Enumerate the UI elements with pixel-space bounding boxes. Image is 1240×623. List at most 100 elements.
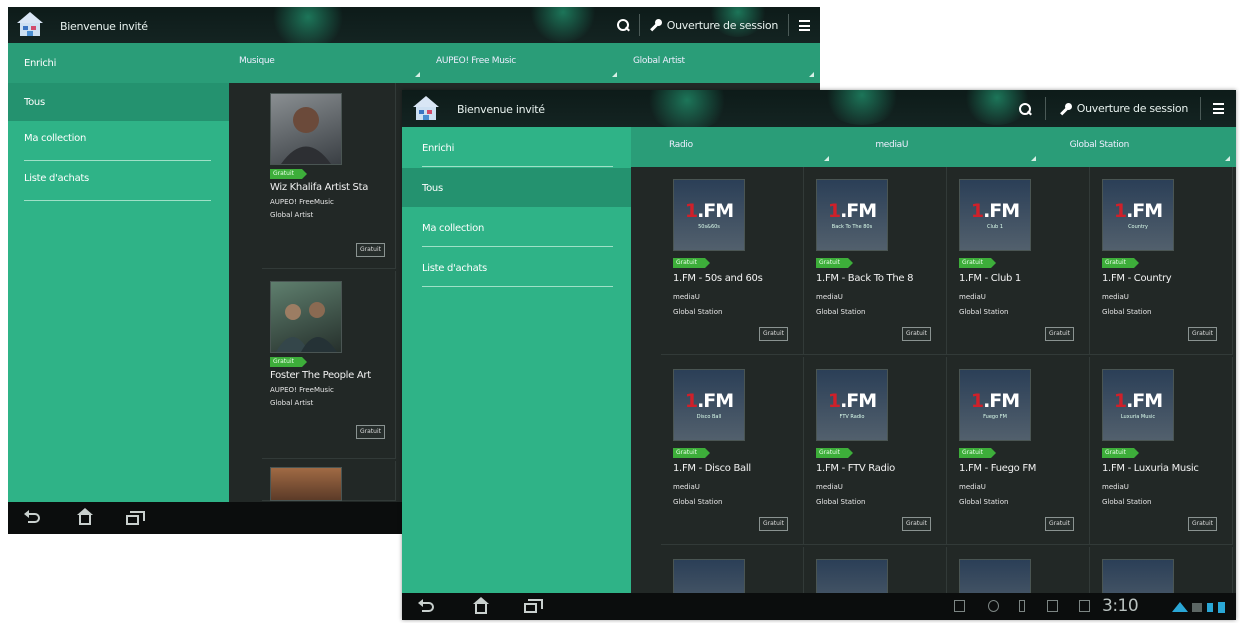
back-nav-icon[interactable] bbox=[24, 510, 40, 523]
station-card[interactable]: 1.FM Country Gratuit 1.FM - Country mediaU Gl… bbox=[1090, 167, 1233, 355]
station-logo-text: 1.FM bbox=[970, 199, 1020, 222]
artist-thumbnail bbox=[270, 93, 342, 165]
front-tablet-screen: Bienvenue invité Ouverture de session En… bbox=[402, 90, 1236, 620]
artist-card[interactable]: Gratuit Wiz Khalifa Artist Sta AUPEO! Fr… bbox=[262, 83, 396, 269]
sidebar-heading[interactable]: Enrichi bbox=[8, 43, 229, 83]
login-button[interactable]: Ouverture de session bbox=[1060, 102, 1188, 115]
station-logo-subtitle: Club 1 bbox=[987, 223, 1003, 230]
sidebar-item-ma-collection[interactable]: Ma collection bbox=[422, 209, 613, 247]
login-button[interactable]: Ouverture de session bbox=[650, 19, 778, 32]
card-title: Foster The People Art bbox=[270, 370, 371, 381]
sidebar-item-liste-achats[interactable]: Liste d'achats bbox=[24, 173, 211, 201]
price-button[interactable]: Gratuit bbox=[1188, 517, 1217, 531]
filter-category[interactable]: Musique bbox=[229, 43, 426, 83]
card-category: Global Station bbox=[959, 308, 1009, 316]
price-button[interactable]: Gratuit bbox=[902, 517, 931, 531]
free-badge: Gratuit bbox=[673, 448, 710, 458]
card-provider: AUPEO! FreeMusic bbox=[270, 386, 334, 394]
free-badge: Gratuit bbox=[816, 258, 853, 268]
free-badge: Gratuit bbox=[959, 448, 996, 458]
card-provider: mediaU bbox=[959, 293, 986, 301]
station-logo: 1.FM 50s&60s bbox=[673, 179, 745, 251]
filter-type[interactable]: Global Artist bbox=[623, 43, 820, 83]
welcome-title: Bienvenue invité bbox=[457, 103, 545, 116]
station-card[interactable]: 1.FM Club 1 Gratuit 1.FM - Club 1 mediaU Glob… bbox=[947, 167, 1090, 355]
search-icon[interactable] bbox=[616, 19, 629, 31]
image-icon bbox=[1079, 600, 1090, 612]
artist-card[interactable]: Gratuit Foster The People Art AUPEO! Fre… bbox=[262, 271, 396, 459]
price-button[interactable]: Gratuit bbox=[1045, 327, 1074, 341]
recent-apps-icon[interactable] bbox=[126, 511, 145, 525]
free-badge: Gratuit bbox=[270, 357, 307, 367]
station-card[interactable]: 1.FM Fuego FM Gratuit 1.FM - Fuego FM mediaU… bbox=[947, 357, 1090, 545]
android-icon bbox=[988, 600, 999, 612]
sidebar-item-tous[interactable]: Tous bbox=[402, 168, 639, 207]
home-nav-icon[interactable] bbox=[473, 597, 489, 614]
artist-thumbnail bbox=[270, 467, 342, 501]
login-label: Ouverture de session bbox=[666, 18, 779, 32]
home-nav-icon[interactable] bbox=[77, 508, 93, 525]
price-button[interactable]: Gratuit bbox=[356, 425, 385, 439]
recent-apps-icon[interactable] bbox=[524, 599, 543, 613]
card-provider: mediaU bbox=[1102, 483, 1129, 491]
free-badge: Gratuit bbox=[673, 258, 710, 268]
filter-type[interactable]: Global Station bbox=[1042, 127, 1236, 167]
card-provider: mediaU bbox=[959, 483, 986, 491]
card-category: Global Artist bbox=[270, 399, 314, 407]
sidebar-item-ma-collection[interactable]: Ma collection bbox=[24, 133, 211, 161]
price-button[interactable]: Gratuit bbox=[1045, 517, 1074, 531]
station-card[interactable]: 1.FM Back To The 80s Gratuit 1.FM - Back To… bbox=[804, 167, 947, 355]
status-clock: 3:10 bbox=[1102, 596, 1139, 616]
station-card[interactable]: 1.FM Luxuria Music Gratuit 1.FM - Luxuria M… bbox=[1090, 357, 1233, 545]
filter-category[interactable]: Radio bbox=[631, 127, 835, 167]
free-badge: Gratuit bbox=[270, 169, 307, 179]
card-category: Global Station bbox=[959, 498, 1009, 506]
home-logo-icon[interactable] bbox=[16, 11, 44, 37]
card-title: 1.FM - 50s and 60s bbox=[673, 273, 763, 284]
card-provider: AUPEO! FreeMusic bbox=[270, 198, 334, 206]
top-bar: Bienvenue invité Ouverture de session bbox=[8, 7, 820, 43]
station-logo-subtitle: FTV Radio bbox=[839, 413, 865, 420]
card-provider: mediaU bbox=[816, 483, 843, 491]
menu-icon[interactable] bbox=[1213, 103, 1224, 114]
station-logo: 1.FM Club 1 bbox=[959, 179, 1031, 251]
price-button[interactable]: Gratuit bbox=[902, 327, 931, 341]
card-provider: mediaU bbox=[673, 483, 700, 491]
station-card[interactable]: 1.FM FTV Radio Gratuit 1.FM - FTV Radio medi… bbox=[804, 357, 947, 545]
price-button[interactable]: Gratuit bbox=[759, 517, 788, 531]
station-logo-subtitle: Luxuria Music bbox=[1120, 413, 1156, 420]
station-logo-text: 1.FM bbox=[827, 389, 877, 412]
station-logo: 1.FM FTV Radio bbox=[816, 369, 888, 441]
price-button[interactable]: Gratuit bbox=[1188, 327, 1217, 341]
artist-card[interactable] bbox=[262, 461, 396, 501]
station-logo-text: 1.FM bbox=[970, 389, 1020, 412]
station-logo-subtitle: Fuego FM bbox=[983, 413, 1007, 420]
sidebar-item-liste-achats[interactable]: Liste d'achats bbox=[422, 249, 613, 287]
download-icon bbox=[1047, 600, 1058, 612]
card-title: 1.FM - Fuego FM bbox=[959, 463, 1037, 474]
card-category: Global Station bbox=[816, 498, 866, 506]
price-button[interactable]: Gratuit bbox=[759, 327, 788, 341]
card-title: 1.FM - Luxuria Music bbox=[1102, 463, 1199, 474]
station-card[interactable]: 1.FM Disco Ball Gratuit 1.FM - Disco Ball me… bbox=[661, 357, 804, 545]
filter-provider[interactable]: mediaU bbox=[835, 127, 1041, 167]
system-nav-bar: 3:10 bbox=[402, 593, 1236, 620]
key-icon bbox=[1060, 102, 1072, 115]
price-button[interactable]: Gratuit bbox=[356, 243, 385, 257]
station-card[interactable]: 1.FM 50s&60s Gratuit 1.FM - 50s and 60s medi… bbox=[661, 167, 804, 355]
artist-thumbnail bbox=[270, 281, 342, 353]
filter-bar: Musique AUPEO! Free Music Global Artist bbox=[229, 43, 820, 83]
sidebar-heading[interactable]: Enrichi bbox=[422, 127, 613, 167]
sidebar-item-tous[interactable]: Tous bbox=[8, 83, 237, 121]
station-logo-subtitle: Country bbox=[1128, 223, 1148, 230]
card-title: 1.FM - Disco Ball bbox=[673, 463, 751, 474]
home-logo-icon[interactable] bbox=[412, 95, 440, 121]
filter-provider[interactable]: AUPEO! Free Music bbox=[426, 43, 623, 83]
back-nav-icon[interactable] bbox=[418, 599, 434, 612]
key-icon bbox=[650, 19, 662, 31]
search-icon[interactable] bbox=[1018, 102, 1031, 115]
menu-icon[interactable] bbox=[799, 19, 810, 31]
station-logo: 1.FM Country bbox=[1102, 179, 1174, 251]
notification-icon bbox=[954, 600, 965, 612]
free-badge: Gratuit bbox=[816, 448, 853, 458]
